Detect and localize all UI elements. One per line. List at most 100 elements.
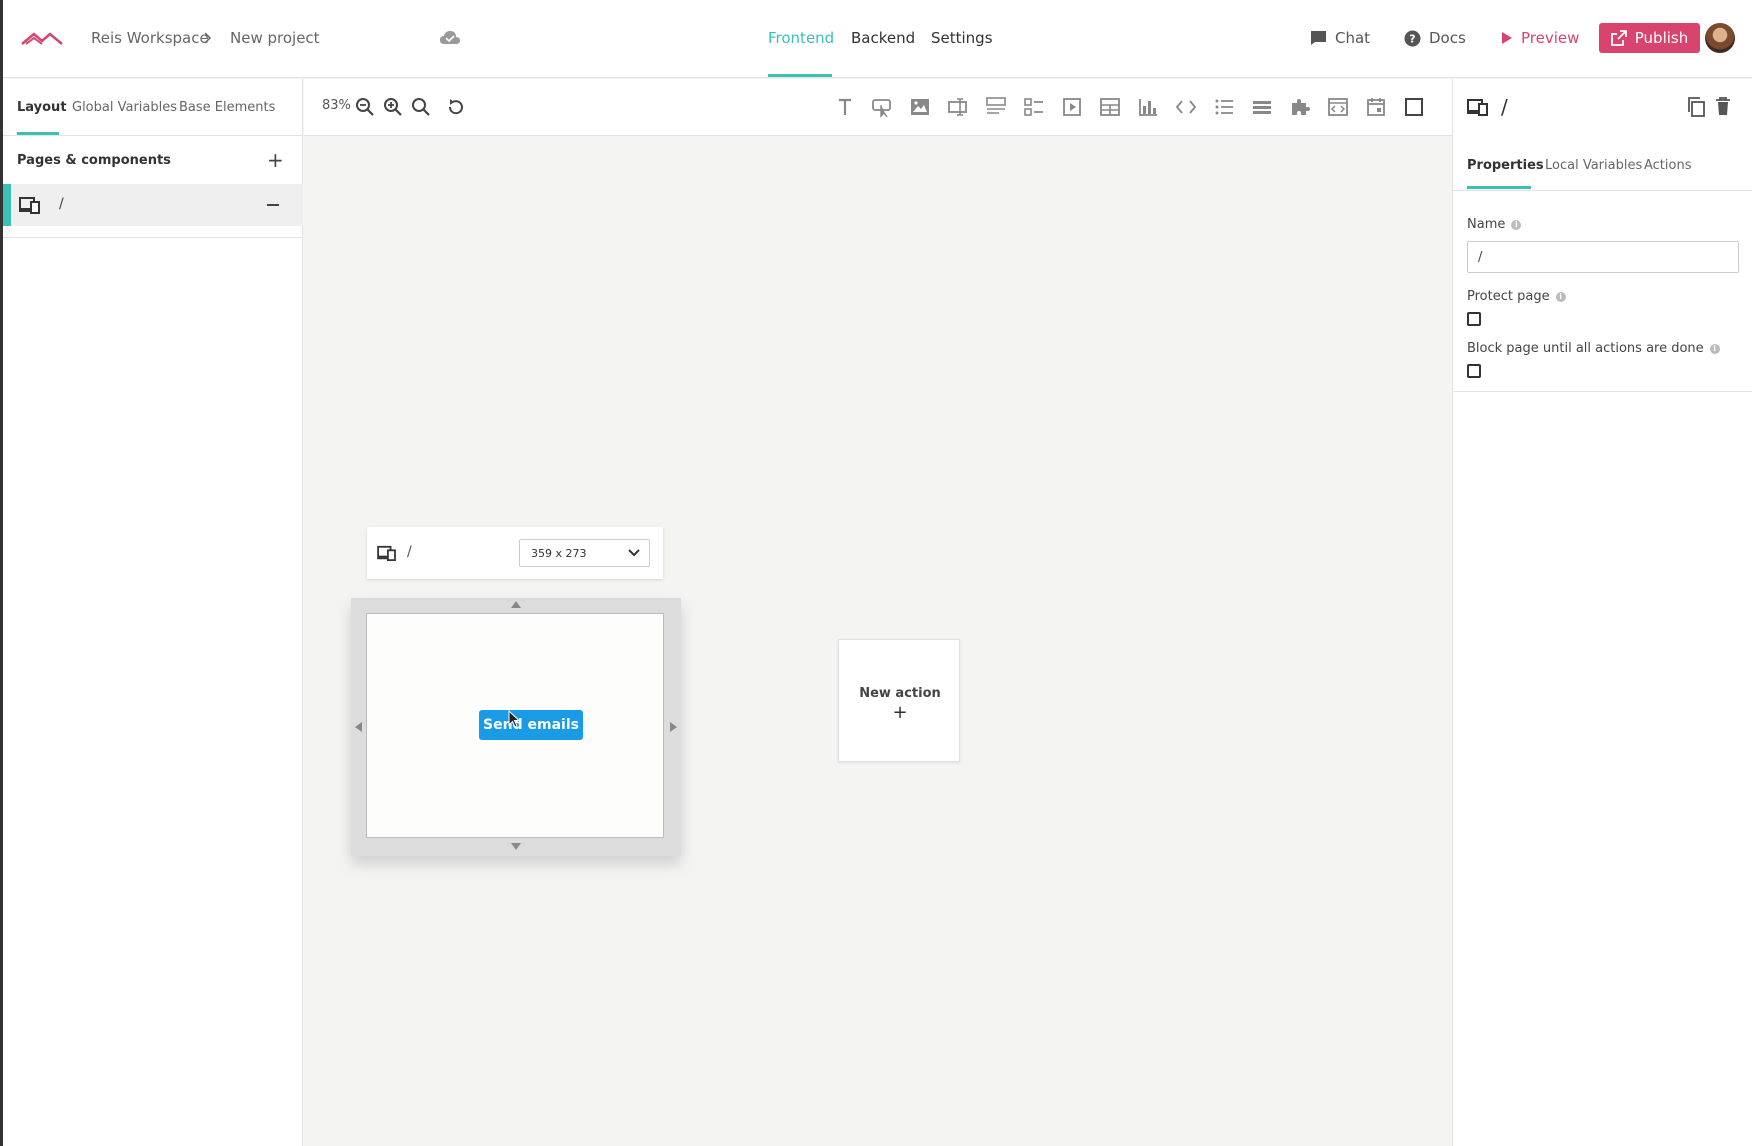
cloud-saved-icon: [440, 31, 460, 44]
selected-indicator: [3, 184, 11, 226]
left-panel-tabs: Layout Global Variables Base Elements: [3, 79, 302, 136]
duplicate-icon[interactable]: [1686, 96, 1706, 118]
publish-label: Publish: [1634, 29, 1689, 47]
zoom-reset-icon[interactable]: [410, 96, 432, 118]
mouse-cursor-icon: [508, 710, 521, 728]
docs-button[interactable]: ? Docs: [1404, 28, 1466, 48]
zoom-in-icon[interactable]: [382, 96, 404, 118]
tab-properties[interactable]: Properties: [1467, 158, 1544, 173]
page-item-root[interactable]: /: [3, 184, 303, 226]
info-icon[interactable]: i: [1709, 343, 1720, 354]
svg-text:?: ?: [1409, 32, 1415, 45]
help-icon: ?: [1404, 30, 1421, 46]
send-emails-button[interactable]: Send emails: [479, 710, 583, 740]
publish-button[interactable]: Publish: [1599, 23, 1700, 53]
block-page-checkbox[interactable]: [1467, 364, 1481, 378]
resize-up-handle[interactable]: [511, 601, 521, 608]
resize-down-handle[interactable]: [511, 843, 521, 850]
text-icon[interactable]: [834, 96, 856, 118]
add-page-button[interactable]: +: [267, 149, 284, 171]
divider: [3, 237, 303, 238]
breadcrumb-workspace[interactable]: Reis Workspace: [91, 28, 209, 48]
canvas[interactable]: / 359 x 273 Send emails New action +: [304, 137, 1452, 1146]
checklist-icon[interactable]: [1023, 96, 1045, 118]
tab-base-elements[interactable]: Base Elements: [179, 99, 275, 117]
tab-global-variables[interactable]: Global Variables: [72, 99, 177, 117]
protect-label-text: Protect page: [1467, 289, 1550, 304]
tab-layout[interactable]: Layout: [17, 99, 67, 117]
calendar-icon[interactable]: [1365, 96, 1387, 118]
external-link-icon: [1610, 30, 1627, 46]
chat-label: Chat: [1335, 29, 1371, 47]
video-icon[interactable]: [1061, 96, 1083, 118]
divider-icon[interactable]: [1251, 96, 1273, 118]
left-panel: Layout Global Variables Base Elements Pa…: [3, 79, 303, 1146]
breadcrumb-project[interactable]: New project: [230, 28, 320, 48]
properties-header: /: [1453, 79, 1752, 136]
trash-icon[interactable]: [1715, 96, 1731, 116]
name-label-text: Name: [1467, 217, 1506, 232]
pages-components-title: Pages & components: [17, 153, 171, 168]
table-icon[interactable]: [1099, 96, 1121, 118]
zoom-out-icon[interactable]: [354, 96, 376, 118]
tab-actions[interactable]: Actions: [1644, 158, 1692, 173]
tab-settings[interactable]: Settings: [931, 28, 993, 48]
tab-local-variables[interactable]: Local Variables: [1545, 158, 1642, 173]
preview-label: Preview: [1521, 29, 1580, 47]
list-icon[interactable]: [1213, 96, 1235, 118]
resize-left-handle[interactable]: [355, 722, 362, 732]
size-select-value: 359 x 273: [531, 547, 587, 560]
protect-page-checkbox[interactable]: [1467, 312, 1481, 326]
block-field-label: Block page until all actions are done i: [1467, 341, 1720, 356]
form-icon[interactable]: [985, 96, 1007, 118]
chevron-down-icon: [628, 549, 640, 557]
resize-right-handle[interactable]: [670, 722, 677, 732]
right-panel: / Properties Local Variables Actions Nam…: [1452, 79, 1752, 1146]
page-card-name: /: [407, 544, 412, 560]
embed-icon[interactable]: [1327, 96, 1349, 118]
chat-button[interactable]: Chat: [1310, 28, 1370, 48]
active-tab-indicator: [1467, 186, 1531, 189]
input-icon[interactable]: [947, 96, 969, 118]
container-icon[interactable]: [1403, 96, 1425, 118]
name-field-label: Name i: [1467, 217, 1522, 232]
collapse-icon[interactable]: [267, 204, 279, 206]
size-select[interactable]: 359 x 273: [519, 539, 650, 567]
page-card[interactable]: / 359 x 273: [367, 527, 663, 579]
tab-frontend[interactable]: Frontend: [768, 28, 834, 48]
chat-icon: [1311, 31, 1326, 45]
info-icon[interactable]: i: [1555, 291, 1566, 302]
block-label-text: Block page until all actions are done: [1467, 341, 1704, 356]
new-action-card[interactable]: New action +: [838, 639, 960, 762]
button-icon[interactable]: [871, 96, 893, 118]
preview-button[interactable]: Preview: [1501, 28, 1579, 48]
chart-icon[interactable]: [1137, 96, 1159, 118]
play-icon: [1502, 32, 1512, 44]
app-logo-icon[interactable]: [20, 28, 64, 50]
page-item-label: /: [59, 196, 64, 212]
tab-backend[interactable]: Backend: [851, 28, 915, 48]
plus-icon: +: [892, 702, 908, 723]
new-action-label: New action: [859, 686, 941, 701]
active-tab-indicator: [17, 132, 59, 135]
breadcrumb-chevron-icon: [204, 32, 212, 44]
image-icon[interactable]: [909, 96, 931, 118]
devices-icon: [377, 545, 396, 561]
window-edge: [0, 0, 3, 1146]
zoom-level: 83%: [322, 98, 351, 113]
docs-label: Docs: [1429, 29, 1466, 47]
page-preview[interactable]: Send emails: [366, 613, 664, 838]
top-bar: Reis Workspace New project Frontend Back…: [0, 0, 1752, 78]
protect-field-label: Protect page i: [1467, 289, 1566, 304]
selected-page-title: /: [1501, 95, 1508, 119]
divider: [1453, 391, 1752, 392]
device-frame: Send emails: [351, 598, 681, 856]
avatar[interactable]: [1705, 23, 1735, 53]
devices-icon: [19, 197, 40, 214]
info-icon[interactable]: i: [1511, 219, 1522, 230]
active-tab-indicator: [768, 74, 832, 77]
reset-icon[interactable]: [445, 96, 467, 118]
name-field[interactable]: [1467, 241, 1739, 273]
code-icon[interactable]: [1175, 96, 1197, 118]
plugin-icon[interactable]: [1289, 96, 1311, 118]
